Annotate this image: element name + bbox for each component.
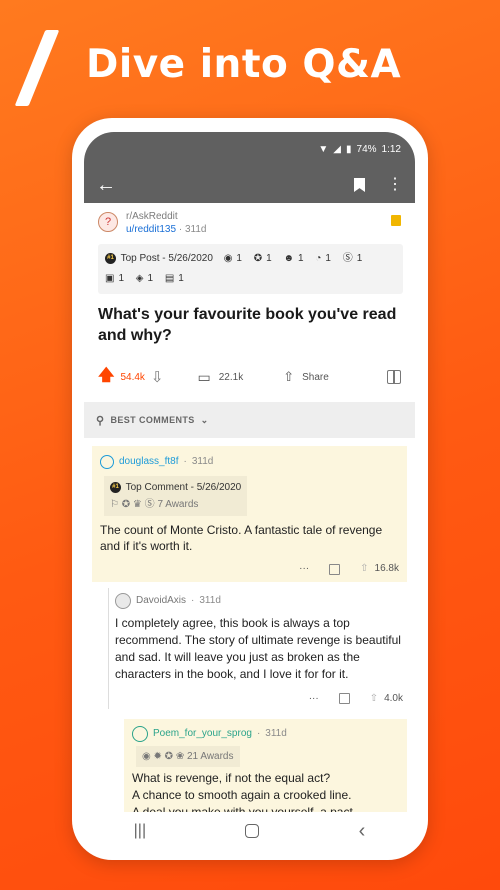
comment-count: 22.1k [218,371,244,383]
subreddit-name[interactable]: r/AskReddit [126,210,206,223]
avatar[interactable] [132,725,148,742]
award-icon: ▣ [105,273,115,284]
upvote-icon[interactable]: ⇧ [370,690,378,707]
bookmark-icon[interactable] [354,178,365,192]
award-icon: ⚐ ✪ ♛ Ⓢ [110,499,155,510]
more-options-icon[interactable]: ··· [299,561,309,577]
award-icon: ☻ [283,253,295,264]
home-icon[interactable] [245,824,260,838]
comment-icon: ▭ [197,368,211,385]
comment-body: I completely agree, this book is always … [115,616,401,681]
comment-age: 311d [191,456,214,467]
award-count: 1 [298,253,304,264]
award-count: 1 [118,273,125,284]
share-icon: ⇧ [283,369,295,384]
comment-author[interactable]: Poem_for_your_sprog [153,725,252,742]
award-count: 1 [236,253,242,264]
flair-tag-icon [391,215,401,226]
clock: 1:12 [381,144,401,155]
comment-author[interactable]: DavoidAxis [136,592,186,609]
share-button[interactable]: ⇧ Share [283,369,329,385]
comment-age: 311d [265,728,287,739]
rocket-icon: ⚲ [96,414,105,427]
chevron-down-icon: ⌄ [200,414,209,425]
gift-icon[interactable] [329,563,341,575]
sort-label: BEST COMMENTS [110,415,195,425]
recent-apps-icon[interactable]: ||| [134,822,146,840]
poem-line: What is revenge, if not the equal act? [132,771,331,785]
more-options-icon[interactable]: ··· [309,690,319,707]
award-icon: Ⓢ [342,253,353,264]
comment-score: 16.8k [374,563,399,574]
comments-button[interactable]: ▭ 22.1k [198,369,244,386]
award-icon: ▤ [164,273,175,284]
gift-icon[interactable] [387,370,401,384]
awards-count: 7 Awards [157,499,199,510]
award-icon: ◉ ✹ ✪ ❀ [142,751,185,762]
promo-title: Dive into Q&A [86,42,402,87]
status-bar: ▼ ◢ ▮ 74% 1:12 [84,132,415,167]
award-icon: ◈ [135,273,144,284]
comment-awards-box[interactable]: ◉ ✹ ✪ ❀ 21 Awards [136,746,240,767]
back-arrow-icon[interactable]: ← [96,174,116,197]
top-post-label: Top Post - 5/26/2020 [120,253,213,264]
post-title: What's your favourite book you've read a… [98,306,397,344]
award-count: 1 [325,253,331,264]
post-author[interactable]: u/reddit135 [126,224,176,235]
award-count: 1 [178,273,184,284]
post-score: 54.4k [120,371,145,383]
top-post-badge-icon: #1 [105,252,116,264]
downvote-icon[interactable]: ⇩ [151,368,164,386]
comment-age: 311d [199,595,221,606]
system-nav-bar: ||| ‹ [84,812,415,850]
comment[interactable]: Poem_for_your_sprog · 311d ◉ ✹ ✪ ❀ 21 Aw… [124,719,407,827]
awards-count: 21 Awards [186,751,234,762]
comment-body: The count of Monte Cristo. A fantastic t… [100,523,383,553]
battery-level: 74% [356,144,377,155]
comment[interactable]: DavoidAxis · 311d I completely agree, th… [108,588,407,709]
gift-icon[interactable] [338,692,350,704]
award-icon: ◔ [315,253,322,264]
share-label: Share [302,371,329,383]
avatar[interactable] [100,455,114,469]
wifi-icon: ▼ [318,144,329,155]
sort-bar[interactable]: ⚲ BEST COMMENTS ⌄ [84,402,415,438]
top-comment-badge-icon: #1 [110,481,121,493]
award-icon: ◉ [223,253,233,264]
battery-icon: ▮ [346,144,352,155]
award-count: 1 [147,273,154,284]
promo-slash-decoration [14,30,60,106]
award-count: 1 [266,253,272,264]
avatar[interactable] [115,592,131,609]
comment-score: 4.0k [384,692,403,704]
award-count: 1 [356,253,363,264]
subreddit-avatar[interactable]: ? [98,212,118,232]
phone-screen: ▼ ◢ ▮ 74% 1:12 ← ⋮ ? r/AskReddit u/reddi… [84,132,415,850]
award-icon: ✪ [253,253,263,264]
upvote-icon[interactable]: 🡅 [98,364,114,391]
nav-back-icon[interactable]: ‹ [359,820,366,843]
app-bar: ← ⋮ [84,167,415,203]
comment[interactable]: douglass_ft8f · 311d #1 Top Comment - 5/… [92,446,407,582]
comment-author[interactable]: douglass_ft8f [119,454,179,470]
post-actions: 🡅 54.4k ⇩ ▭ 22.1k ⇧ Share [84,364,415,390]
comment-awards-box[interactable]: #1 Top Comment - 5/26/2020 ⚐ ✪ ♛ Ⓢ 7 Awa… [104,476,248,516]
top-comment-label: Top Comment - 5/26/2020 [125,482,242,493]
post-header: ? r/AskReddit u/reddit135 · 311d [84,203,415,236]
kebab-menu-icon[interactable]: ⋮ [387,177,403,193]
poem-line: A chance to smooth again a crooked line. [132,788,352,802]
upvote-icon[interactable]: ⇧ [360,561,368,577]
signal-icon: ◢ [333,144,341,155]
post-age: 311d [184,224,207,235]
post-awards-box[interactable]: #1 Top Post - 5/26/2020 ◉ 1 ✪ 1 ☻ 1 ◔ 1 Ⓢ 1 ▣… [98,244,403,294]
